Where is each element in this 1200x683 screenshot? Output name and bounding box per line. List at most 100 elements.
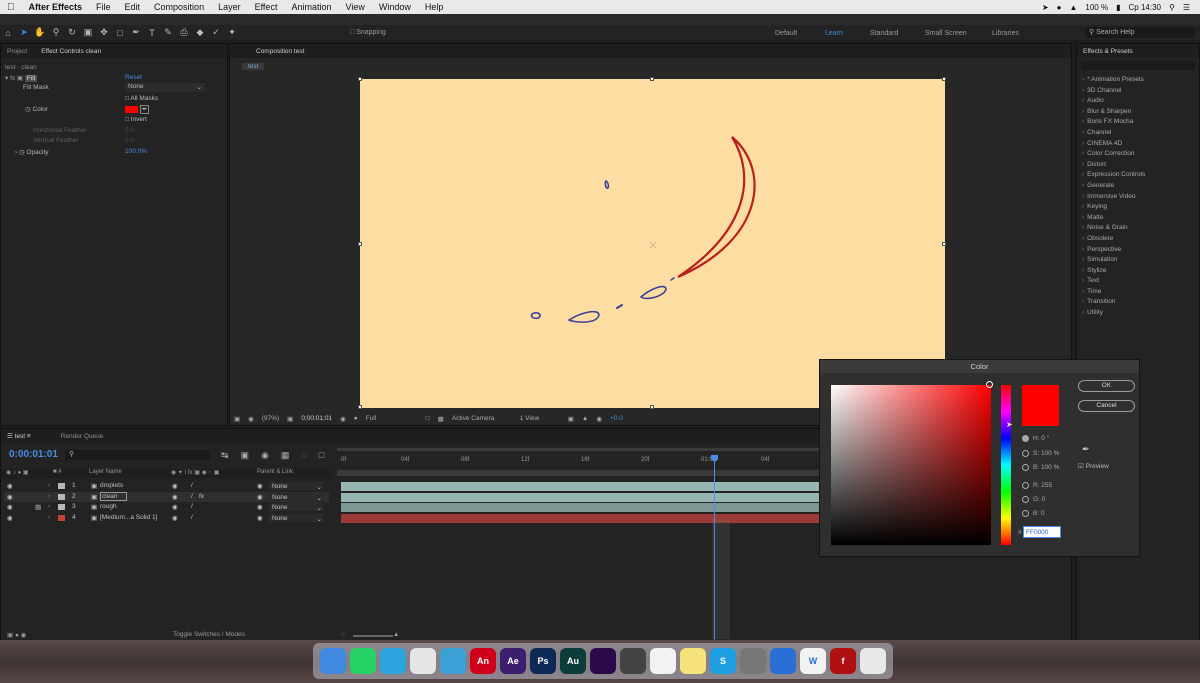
transparency-grid-icon[interactable]: ▦ [438,415,444,423]
eraser-tool-icon[interactable]: ◆ [192,26,208,39]
parent-pickwhip-icon[interactable]: ◉ [257,503,263,511]
ok-button[interactable]: OK [1078,380,1135,392]
layer-row[interactable]: ◉ › 1 ▣ droplets ◉ / ◉ None ⌄ [4,481,329,491]
expand-icon[interactable]: › [48,514,50,521]
handle-ml[interactable] [358,242,362,246]
red-radio[interactable] [1022,482,1029,489]
fill-effect-name[interactable]: Fill [24,75,38,82]
w-icon[interactable]: W [800,648,826,674]
effect-category[interactable]: › Boris FX Mocha [1077,117,1199,128]
battery-icon[interactable]: ▮ [1116,3,1120,12]
fit-icon[interactable]: ▣ [287,415,293,423]
layer-row[interactable]: ◉ › 4 ▣ [Medium...a Solid 1] ◉ / ◉ None ⌄ [4,513,329,523]
quality-switch-icon[interactable]: / [191,482,193,489]
effect-category[interactable]: › Utility [1077,308,1199,319]
color-dialog-title[interactable]: Color [820,360,1139,373]
timeline-timecode[interactable]: 0:00:01:01 [9,449,58,460]
stopwatch-icon[interactable]: ◷ [19,149,25,156]
zoom-slider[interactable] [353,635,393,637]
layer-name[interactable]: clean [100,491,127,501]
snapshot-icon[interactable]: ◉ [340,415,346,423]
fx-switch-icon[interactable]: fx [199,493,204,500]
saturation-brightness-field[interactable] [831,385,991,545]
apple-icon[interactable]:  [0,2,22,13]
handle-bc[interactable] [650,405,654,409]
fx-toggle-icon[interactable]: ▾ fx ▣ [5,75,23,82]
shy-icon[interactable]: ◉ [261,450,269,461]
effects-presets-title[interactable]: Effects & Presets [1083,48,1133,55]
menu-layer[interactable]: Layer [211,2,248,12]
location-icon[interactable]: ➤ [1042,3,1049,12]
workspace-learn[interactable]: Learn [825,30,843,37]
skype-icon[interactable]: S [710,648,736,674]
ps-dock-icon[interactable] [440,648,466,674]
comp-breadcrumb[interactable]: test [242,63,265,70]
label-color[interactable] [58,493,65,500]
menu-edit[interactable]: Edit [118,2,148,12]
all-masks-checkbox[interactable]: □ All Masks [125,95,158,102]
notes-icon[interactable] [680,648,706,674]
photoshop-icon[interactable]: Ps [530,648,556,674]
zoom-tool-icon[interactable]: ⚲ [48,26,64,39]
handle-tc[interactable] [650,77,654,81]
effect-category[interactable]: › Matte [1077,213,1199,224]
type-tool-icon[interactable]: T [144,26,160,39]
eye-icon[interactable]: ◉ [7,503,13,511]
toggle-switches-modes[interactable]: Toggle Switches / Modes [173,631,245,638]
fill-mask-dropdown[interactable]: None ⌄ [125,83,205,92]
wifi-icon[interactable]: ▲ [1069,3,1077,12]
flash-icon[interactable]: f [830,648,856,674]
eyedropper-icon[interactable]: ✒ [139,105,150,114]
shy-switch-icon[interactable]: ◉ [172,493,178,501]
quality-switch-icon[interactable]: / [191,493,193,500]
eye-icon[interactable]: ◉ [7,514,13,522]
hue-slider[interactable] [1001,385,1011,545]
parent-dropdown[interactable]: None ⌄ [269,492,324,502]
invert-checkbox[interactable]: □ Invert [125,116,147,123]
clock[interactable]: Cp 14:30 [1129,3,1161,12]
parent-dropdown[interactable]: None ⌄ [269,513,324,523]
graph-editor-icon[interactable]: □ [319,450,324,461]
effect-category[interactable]: › Generate [1077,181,1199,192]
workspace-small-screen[interactable]: Small Screen [925,30,967,37]
pen-tool-icon[interactable]: ✒ [128,26,144,39]
reset-link[interactable]: Reset [125,74,142,81]
expand-icon[interactable]: › [48,482,50,489]
tab-project[interactable]: Project [7,48,27,55]
col-parent[interactable]: Parent & Link [257,469,293,475]
effect-category[interactable]: › Blur & Sharpen [1077,107,1199,118]
footer-icons[interactable]: ▣ ● ◉ [7,631,26,639]
tab-timeline-test[interactable]: ☰ test ≡ [7,432,31,440]
v-feather-value[interactable]: 0.0 [125,137,134,144]
camera-tool-icon[interactable]: ▣ [80,26,96,39]
workspace-default[interactable]: Default [775,30,797,37]
label-color[interactable] [58,483,65,489]
layer-bar[interactable] [341,482,819,491]
col-layer-name[interactable]: Layer Name [89,469,122,475]
layer-name[interactable]: [Medium...a Solid 1] [100,514,157,521]
search-help-field[interactable]: ⚲ Search Help [1085,27,1195,38]
timeline-search[interactable]: ⚲ [65,450,210,460]
resolution-dropdown[interactable]: Full [366,415,418,422]
parent-pickwhip-icon[interactable]: ◉ [257,493,263,501]
tab-effect-controls[interactable]: Effect Controls clean [41,48,101,55]
color-channel-icon[interactable]: ● [354,415,358,422]
app-menu[interactable]: After Effects [22,2,90,12]
animate-icon[interactable]: An [470,648,496,674]
label-color[interactable] [58,514,65,521]
effect-category[interactable]: › Noise & Grain [1077,223,1199,234]
after-effects-icon[interactable]: Ae [500,648,526,674]
comp-timecode[interactable]: 0;00;01;01 [301,415,332,422]
layer-name[interactable]: rough [100,503,117,510]
menu-view[interactable]: View [338,2,371,12]
parent-dropdown[interactable]: None ⌄ [269,503,324,512]
snapping-checkbox[interactable]: □ Snapping [350,29,386,36]
preview-icon[interactable]: ▣ [234,415,240,423]
menu-help[interactable]: Help [418,2,451,12]
effect-category[interactable]: › Color Correction [1077,149,1199,160]
mask-icon[interactable]: ◉ [248,415,254,423]
hue-radio[interactable] [1022,435,1029,442]
lock-icon[interactable]: ▨ [35,503,41,511]
layer-row[interactable]: ◉ › 2 ▣ clean ◉ / fx ◉ None ⌄ [4,491,329,502]
menu-window[interactable]: Window [372,2,418,12]
